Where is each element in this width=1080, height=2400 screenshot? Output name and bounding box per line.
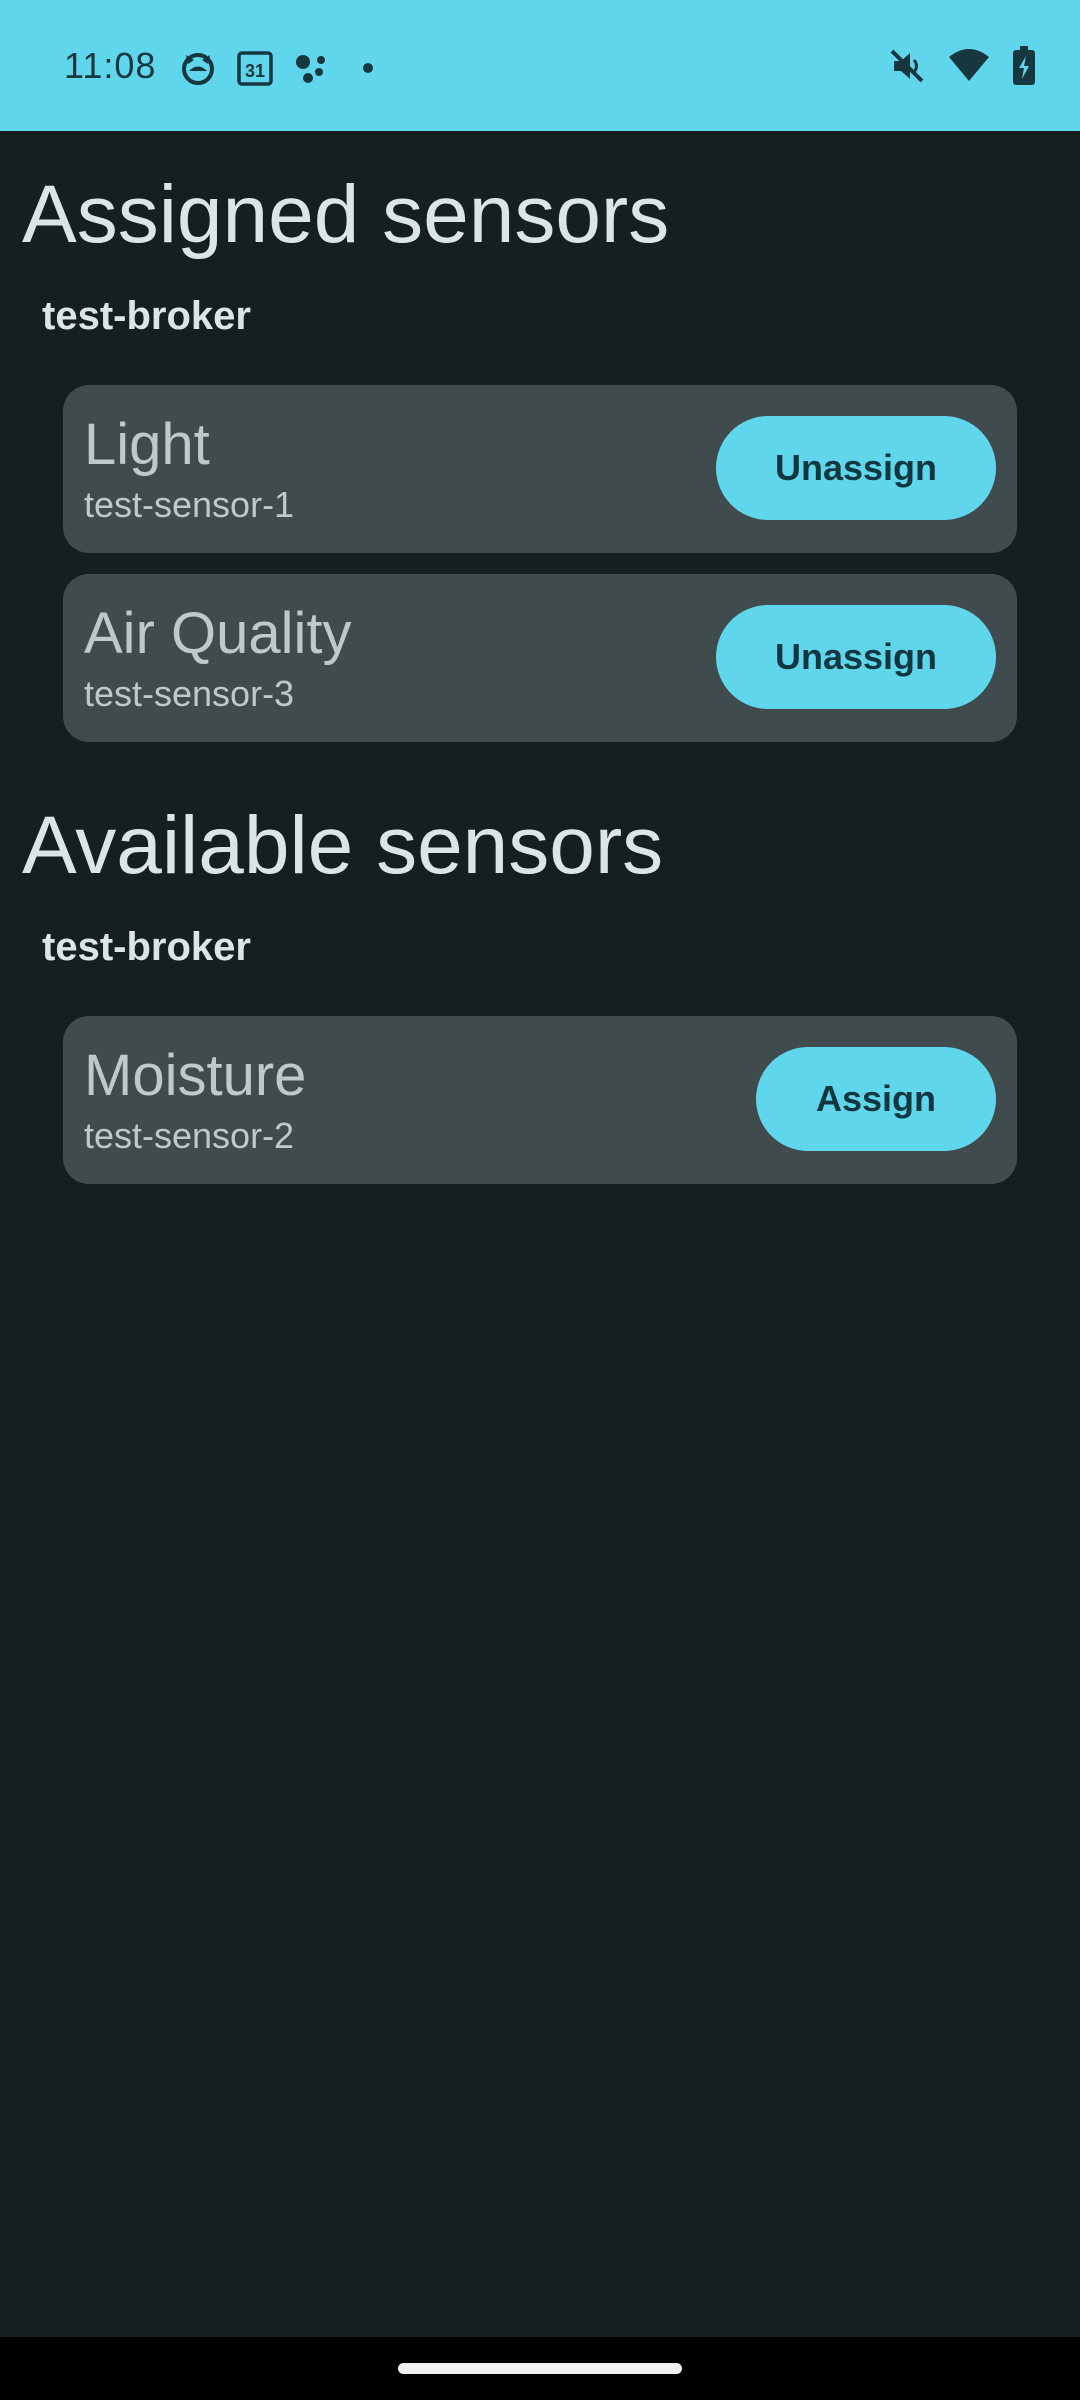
assign-button[interactable]: Assign [756, 1047, 996, 1151]
unassign-button[interactable]: Unassign [716, 416, 996, 520]
status-right-icons [888, 46, 1036, 86]
sensor-card-light: Light test-sensor-1 Unassign [63, 385, 1017, 553]
unassign-button[interactable]: Unassign [716, 605, 996, 709]
sensor-card-moisture: Moisture test-sensor-2 Assign [63, 1016, 1017, 1184]
wifi-icon [948, 47, 990, 85]
sensor-name: Air Quality [84, 601, 352, 666]
assigned-sensors-title: Assigned sensors [22, 169, 670, 260]
available-sensors-title: Available sensors [22, 800, 664, 891]
calendar-icon: 31 [236, 49, 274, 87]
sensor-name: Light [84, 412, 210, 477]
calendar-day-text: 31 [245, 61, 265, 81]
assistant-dots-icon [294, 50, 330, 86]
sensor-id: test-sensor-2 [84, 1115, 295, 1156]
available-broker-label: test-broker [42, 925, 251, 969]
mute-icon [888, 47, 926, 85]
sensor-id: test-sensor-3 [84, 673, 295, 714]
status-time: 11:08 [64, 45, 157, 86]
cat-face-icon [180, 50, 216, 86]
sensor-id: test-sensor-1 [84, 484, 295, 525]
status-left-icons: 31 [180, 48, 386, 88]
assigned-broker-label: test-broker [42, 294, 251, 338]
notification-dot-icon [350, 50, 386, 86]
sensor-name: Moisture [84, 1043, 307, 1108]
home-gesture-handle[interactable] [398, 2363, 682, 2374]
status-bar: 11:08 31 [0, 0, 1080, 131]
navigation-bar [0, 2337, 1080, 2400]
sensor-card-air-quality: Air Quality test-sensor-3 Unassign [63, 574, 1017, 742]
battery-charging-icon [1012, 46, 1036, 86]
